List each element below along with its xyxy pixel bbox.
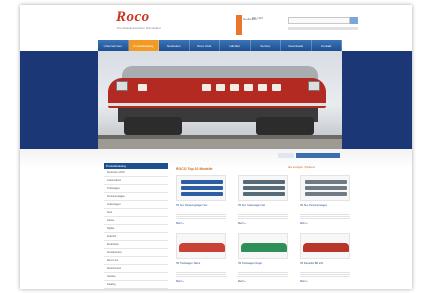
product-thumbnail[interactable] bbox=[238, 233, 288, 259]
wagon-shape bbox=[181, 192, 223, 196]
nav-item[interactable]: Roco Club bbox=[190, 40, 220, 51]
ballast bbox=[98, 139, 342, 149]
roco-logo[interactable]: Roco bbox=[116, 9, 150, 26]
product-card[interactable]: H0 Set: Reisezugwagen Set Mehr » bbox=[176, 175, 226, 231]
sidebar-item[interactable]: Ersatzteile bbox=[104, 241, 168, 249]
more-link[interactable]: Mehr » bbox=[176, 280, 184, 283]
product-card[interactable]: H0 Set: Güterwagen Set Mehr » bbox=[238, 175, 288, 231]
sidebar-item[interactable]: Digital bbox=[104, 225, 168, 233]
product-thumbnail[interactable] bbox=[176, 175, 226, 201]
product-title[interactable]: H0 Diesellok BR 232 bbox=[300, 262, 350, 265]
loco-window bbox=[216, 84, 225, 91]
sidebar-item[interactable]: Katalog bbox=[104, 281, 168, 289]
section-links[interactable]: Alle anzeigen | Sortieren bbox=[288, 166, 315, 169]
sidebar-item[interactable]: Personenwagen bbox=[104, 193, 168, 201]
railcar-image bbox=[179, 243, 225, 252]
product-description bbox=[176, 271, 226, 277]
subnav-button[interactable] bbox=[296, 153, 340, 158]
sidebar-item[interactable]: Roco Line bbox=[104, 257, 168, 265]
sidebar-item[interactable]: Gleise bbox=[104, 217, 168, 225]
wagon-shape bbox=[243, 186, 285, 190]
product-thumbnail[interactable] bbox=[300, 233, 350, 259]
site-header: Roco Die Modelleisenbahn Manufaktur Neuh… bbox=[20, 5, 412, 39]
nav-item[interactable]: Downloads bbox=[281, 40, 312, 51]
railcar-image bbox=[303, 243, 349, 252]
login-bar[interactable] bbox=[288, 27, 358, 30]
sidebar-item[interactable]: Triebwagen bbox=[104, 185, 168, 193]
loco-window bbox=[272, 84, 281, 91]
sidebar: Produktkatalog Neuheiten 2010 Lokomotiven… bbox=[104, 163, 168, 289]
browser-window: Roco Die Modelleisenbahn Manufaktur Neuh… bbox=[20, 5, 412, 289]
product-card[interactable]: H0 Triebwagen Regio Mehr » bbox=[238, 233, 288, 289]
hero-banner[interactable] bbox=[98, 51, 342, 149]
product-description bbox=[176, 213, 226, 219]
search-button[interactable] bbox=[350, 17, 358, 24]
product-description bbox=[238, 271, 288, 277]
bogie bbox=[124, 117, 182, 135]
sidebar-item[interactable]: Fleischmann bbox=[104, 265, 168, 273]
product-title[interactable]: H0 Triebwagen Regio bbox=[238, 262, 288, 265]
section-title: ROCO Top 10 Modelle bbox=[176, 167, 213, 171]
loco-stripe bbox=[108, 103, 326, 106]
promo-badge[interactable] bbox=[236, 15, 242, 35]
loco-window bbox=[138, 84, 147, 91]
wagon-image bbox=[181, 180, 223, 198]
wagon-shape bbox=[181, 186, 223, 190]
wagon-shape bbox=[305, 192, 347, 196]
nav-item[interactable]: Neuheiten bbox=[159, 40, 190, 51]
sidebar-item[interactable]: Güterwagen bbox=[104, 201, 168, 209]
more-link[interactable]: Mehr » bbox=[238, 280, 246, 283]
product-thumbnail[interactable] bbox=[300, 175, 350, 201]
product-title[interactable]: H0 Set: Güterwagen Set bbox=[238, 204, 288, 207]
railcar-image bbox=[241, 243, 287, 252]
loco-window bbox=[244, 84, 253, 91]
sidebar-item[interactable]: Zubehör bbox=[104, 233, 168, 241]
sidebar-item[interactable]: Sets bbox=[104, 209, 168, 217]
wagon-image bbox=[305, 180, 347, 198]
product-title[interactable]: H0 Triebwagen Talent bbox=[176, 262, 226, 265]
nav-item[interactable]: Kontakt bbox=[312, 40, 342, 51]
product-title[interactable]: H0 Set: Reisezugwagen Set bbox=[176, 204, 226, 207]
main-navigation: Unternehmen Produktkatalog Neuheiten Roco C… bbox=[98, 40, 342, 51]
wagon-shape bbox=[243, 192, 285, 196]
more-link[interactable]: Mehr » bbox=[300, 280, 308, 283]
sidebar-item[interactable]: Sonderserien bbox=[104, 249, 168, 257]
loco-window bbox=[230, 84, 239, 91]
subnav-link[interactable] bbox=[278, 153, 294, 158]
more-link[interactable]: Mehr » bbox=[238, 222, 246, 225]
cab-window bbox=[308, 81, 320, 91]
loco-window bbox=[258, 84, 267, 91]
cab-window bbox=[116, 81, 128, 91]
wagon-shape bbox=[305, 180, 347, 184]
product-card[interactable]: H0 Set: Personenwagen Mehr » bbox=[300, 175, 350, 231]
sidebar-item[interactable]: Neuheiten 2010 bbox=[104, 169, 168, 177]
product-card[interactable]: H0 Diesellok BR 232 Mehr » bbox=[300, 233, 350, 289]
more-link[interactable]: Mehr » bbox=[300, 222, 308, 225]
product-description bbox=[300, 213, 350, 219]
tagline: Die Modelleisenbahn Manufaktur bbox=[117, 26, 161, 30]
wagon-shape bbox=[181, 180, 223, 184]
rail-track bbox=[98, 135, 342, 139]
sidebar-item[interactable]: Lokomotiven bbox=[104, 177, 168, 185]
product-card[interactable]: H0 Triebwagen Talent Mehr » bbox=[176, 233, 226, 289]
wagon-image bbox=[243, 180, 285, 198]
product-description bbox=[238, 213, 288, 219]
product-thumbnail[interactable] bbox=[238, 175, 288, 201]
product-title[interactable]: H0 Set: Personenwagen bbox=[300, 204, 350, 207]
search-input[interactable] bbox=[288, 17, 350, 24]
language-switch[interactable]: DE / EN bbox=[252, 16, 263, 20]
more-link[interactable]: Mehr » bbox=[176, 222, 184, 225]
loco-window bbox=[202, 84, 211, 91]
product-thumbnail[interactable] bbox=[176, 233, 226, 259]
nav-item[interactable]: Produktkatalog bbox=[128, 40, 159, 51]
nav-item[interactable]: Unternehmen bbox=[98, 40, 129, 51]
product-description bbox=[300, 271, 350, 277]
nav-item[interactable]: Service bbox=[251, 40, 281, 51]
sidebar-item[interactable]: Geoline bbox=[104, 273, 168, 281]
bogie bbox=[256, 117, 314, 135]
wagon-shape bbox=[243, 180, 285, 184]
nav-item[interactable]: Händler bbox=[220, 40, 251, 51]
wagon-shape bbox=[305, 186, 347, 190]
